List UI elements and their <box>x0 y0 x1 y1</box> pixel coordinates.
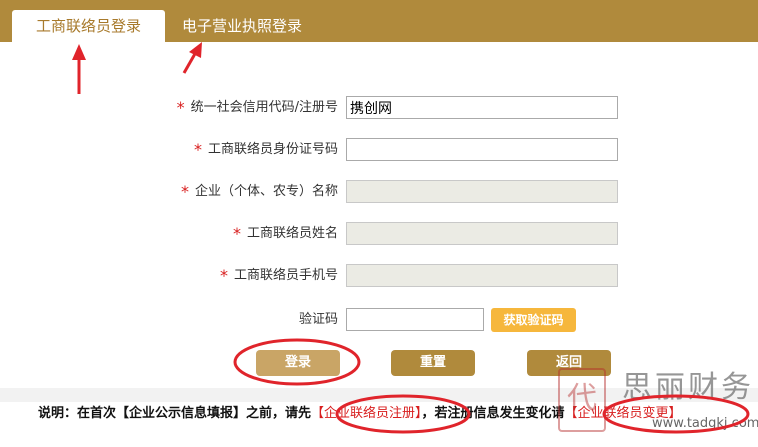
required-mark: * <box>193 140 202 159</box>
form-row-liaison-name: * 工商联络员姓名 <box>0 222 758 246</box>
form-row-id-number: * 工商联络员身份证号码 <box>0 138 758 162</box>
tab-e-license-login[interactable]: 电子营业执照登录 <box>172 10 312 42</box>
reset-button[interactable]: 重置 <box>391 350 475 376</box>
arrow-icon <box>72 44 86 94</box>
watermark-url: www.tadgkj.com <box>652 416 758 431</box>
form-row-liaison-phone: * 工商联络员手机号 <box>0 264 758 288</box>
watermark-title: 思丽财务 <box>622 370 754 405</box>
liaison-name-label: * 工商联络员姓名 <box>232 224 338 243</box>
credit-code-label: * 统一社会信用代码/注册号 <box>176 98 338 117</box>
id-number-input[interactable] <box>346 138 618 161</box>
required-mark: * <box>232 224 241 243</box>
arrow-icon <box>182 42 202 74</box>
liaison-phone-input <box>346 264 618 287</box>
get-captcha-button[interactable]: 获取验证码 <box>491 308 576 332</box>
company-name-label: * 企业（个体、农专）名称 <box>180 182 338 201</box>
liaison-name-input <box>346 222 618 245</box>
credit-code-input[interactable] <box>346 96 618 119</box>
id-number-label: * 工商联络员身份证号码 <box>193 140 338 159</box>
captcha-input[interactable] <box>346 308 484 331</box>
watermark-seal: 代 <box>558 368 606 432</box>
form-row-company-name: * 企业（个体、农专）名称 <box>0 180 758 204</box>
form-row-captcha: 验证码 获取验证码 <box>0 308 758 332</box>
required-mark: * <box>176 98 185 117</box>
tab-liaison-login[interactable]: 工商联络员登录 <box>12 10 165 42</box>
watermark: 代 思丽财务 www.tadgkj.com <box>540 360 758 447</box>
tab-bar: 工商联络员登录 电子营业执照登录 <box>0 0 758 42</box>
required-mark: * <box>219 266 228 285</box>
register-link[interactable]: 【企业联络员注册】 <box>311 406 422 421</box>
liaison-phone-label: * 工商联络员手机号 <box>219 266 338 285</box>
required-mark: * <box>180 182 189 201</box>
captcha-label: 验证码 <box>298 312 338 327</box>
form-row-credit-code: * 统一社会信用代码/注册号 <box>0 96 758 120</box>
company-name-input <box>346 180 618 203</box>
login-button[interactable]: 登录 <box>256 350 340 376</box>
